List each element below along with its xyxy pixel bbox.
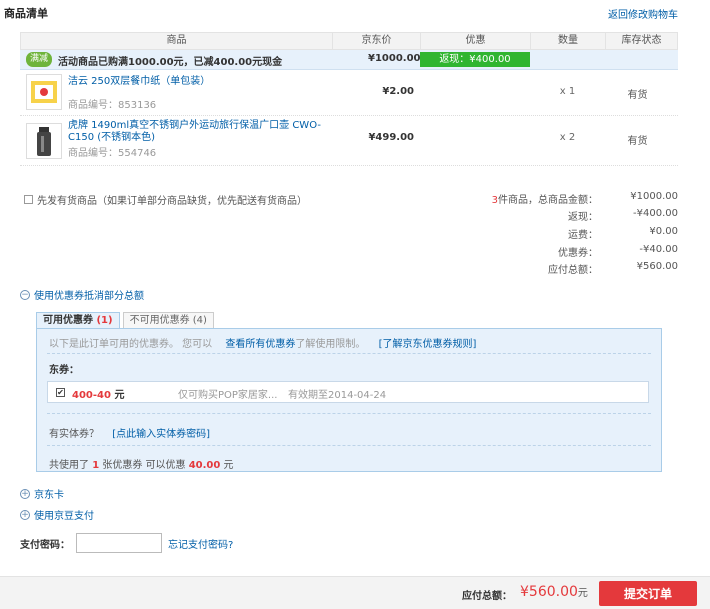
divider <box>47 445 651 446</box>
used-count: 1 <box>92 460 100 471</box>
payment-password-label: 支付密码： <box>20 539 70 551</box>
used-amount: 40.00 <box>188 460 221 471</box>
coupon-expiry: 有效期至2014-04-24 <box>288 390 387 401</box>
footer-pay-unit: 元 <box>577 588 588 599</box>
coupon-panel: 以下是此订单可用的优惠券。 您可以 查看所有优惠券了解使用限制。 [了解京东优惠… <box>36 328 662 472</box>
product-thumbnail-tissue[interactable] <box>26 74 62 110</box>
coupon-note: 以下是此订单可用的优惠券。 您可以 查看所有优惠券了解使用限制。 [了解京东优惠… <box>49 335 476 350</box>
footer-pay-amount: ¥560.00 <box>520 584 578 600</box>
coupon-group-title: 东券： <box>49 365 79 376</box>
section-title: 商品清单 <box>4 7 48 20</box>
used-mid: 张优惠券 可以优惠 <box>102 460 186 471</box>
coupon-tabs: 可用优惠券 (1) 不可用优惠券 (4) <box>36 312 217 329</box>
promo-cashback: 返现：¥400.00 <box>420 52 530 67</box>
summary-coupon-row: 优惠券： -¥40.00 <box>438 244 678 259</box>
table-header: 商品 京东价 优惠 数量 库存状态 <box>20 32 678 50</box>
summary-payable-row: 应付总额： ¥560.00 <box>438 261 678 276</box>
promo-text: 活动商品已购满1000.00元，已减400.00元现金 <box>58 57 283 68</box>
footer-pay-label: 应付总额： <box>462 591 512 602</box>
order-footer: 应付总额： ¥560.00元 提交订单 <box>0 576 710 609</box>
coupon-checkbox[interactable]: ✔ <box>56 388 65 397</box>
table-row: 洁云 250双层餐巾纸（单包装） 商品编号：853136 ¥2.00 x 1 有… <box>20 70 678 116</box>
divider <box>47 413 651 414</box>
coupon-unit: 元 <box>114 390 125 401</box>
coupon-used-summary: 共使用了 1 张优惠券 可以优惠 40.00 元 <box>49 456 234 471</box>
header-price: 京东价 <box>333 33 421 49</box>
product-thumbnail-flask[interactable] <box>26 123 62 159</box>
collapse-icon: − <box>20 289 30 300</box>
product-code: 商品编号：554746 <box>68 148 157 159</box>
coupon-note-text: 以下是此订单可用的优惠券。 您可以 <box>49 339 213 350</box>
summary-total-row: 3件商品，总商品金额： ¥1000.00 <box>438 191 678 206</box>
header-discount: 优惠 <box>421 33 531 49</box>
jd-card-toggle[interactable]: + 京东卡 <box>20 486 64 501</box>
coupon-scope: 仅可购买POP家居家... <box>178 390 278 401</box>
cashback-label: 返现： <box>568 212 598 223</box>
product-quantity: x 1 <box>559 86 576 97</box>
physical-coupon-row: 有实体券？ [点此输入实体券密码] <box>49 425 210 440</box>
expand-icon: + <box>20 509 30 520</box>
physical-coupon-label: 有实体券？ <box>49 429 99 440</box>
product-code: 商品编号：853136 <box>68 100 157 111</box>
summary-shipping-row: 运费： ¥0.00 <box>438 226 678 241</box>
prefer-in-stock-checkbox[interactable] <box>24 195 33 204</box>
tab-available-coupons[interactable]: 可用优惠券 (1) <box>36 312 120 329</box>
cashback-value: -¥400.00 <box>633 208 678 219</box>
divider <box>47 353 651 354</box>
tab-available-label: 可用优惠券 <box>43 315 93 326</box>
back-to-cart-link[interactable]: 返回修改购物车 <box>608 6 678 21</box>
product-price: ¥499.00 <box>368 132 414 143</box>
tab-available-count: (1) <box>96 315 113 326</box>
product-price: ¥2.00 <box>382 86 414 97</box>
payment-password-row: 支付密码： 忘记支付密码? <box>20 533 233 553</box>
total-value: ¥1000.00 <box>630 191 678 202</box>
product-quantity: x 2 <box>559 132 576 143</box>
table-row: 虎牌 1490ml真空不锈钢户外运动旅行保温广口壶 CWO-C150 (不锈钢本… <box>20 116 678 166</box>
view-all-coupons-link[interactable]: 查看所有优惠券 <box>225 339 295 350</box>
coupon-toggle-label: 使用优惠券抵消部分总额 <box>34 291 144 302</box>
used-unit: 元 <box>223 460 234 471</box>
summary-cashback-row: 返现： -¥400.00 <box>438 208 678 223</box>
expand-icon: + <box>20 488 30 499</box>
total-label: 件商品，总商品金额： <box>498 195 598 206</box>
shipping-value: ¥0.00 <box>649 226 678 237</box>
tab-unavailable-count: (4) <box>192 315 207 326</box>
product-name-link[interactable]: 洁云 250双层餐巾纸（单包装） <box>68 76 323 88</box>
coupon-amount: 400-40 <box>72 390 111 401</box>
payable-value: ¥560.00 <box>636 261 678 272</box>
prefer-in-stock-option[interactable]: 先发有货商品（如果订单部分商品缺货，优先配送有货商品） <box>24 192 307 207</box>
coupon-section-toggle[interactable]: − 使用优惠券抵消部分总额 <box>20 287 144 302</box>
product-stock: 有货 <box>627 90 648 101</box>
coupon-value: -¥40.00 <box>639 244 678 255</box>
header-quantity: 数量 <box>531 33 606 49</box>
shipping-label: 运费： <box>568 230 598 241</box>
coupon-rules-link[interactable]: [了解京东优惠券规则] <box>379 339 477 350</box>
header-product: 商品 <box>21 33 333 49</box>
jd-card-label: 京东卡 <box>34 490 64 501</box>
promo-total: ¥1000.00 <box>368 53 421 64</box>
prefer-in-stock-label: 先发有货商品（如果订单部分商品缺货，优先配送有货商品） <box>37 196 307 207</box>
tab-unavailable-coupons[interactable]: 不可用优惠券 (4) <box>122 312 214 329</box>
payment-password-input[interactable] <box>76 533 162 553</box>
header-stock: 库存状态 <box>621 35 662 46</box>
enter-physical-coupon-link[interactable]: [点此输入实体券密码] <box>112 429 210 440</box>
payable-label: 应付总额： <box>548 265 598 276</box>
coupon-note-tail: 了解使用限制。 <box>295 339 366 350</box>
coupon-label: 优惠券： <box>558 248 598 259</box>
promo-row: 满减 活动商品已购满1000.00元，已减400.00元现金 ¥1000.00 … <box>20 50 678 70</box>
coupon-item[interactable]: ✔ 400-40 元 仅可购买POP家居家... 有效期至2014-04-24 <box>47 381 649 403</box>
jd-bean-label: 使用京豆支付 <box>34 511 94 522</box>
used-prefix: 共使用了 <box>49 460 89 471</box>
tab-unavailable-label: 不可用优惠券 <box>129 315 190 326</box>
promo-badge: 满减 <box>26 52 52 67</box>
product-table: 商品 京东价 优惠 数量 库存状态 满减 活动商品已购满1000.00元，已减4… <box>20 32 678 166</box>
product-stock: 有货 <box>627 136 648 147</box>
jd-bean-toggle[interactable]: + 使用京豆支付 <box>20 507 94 522</box>
submit-order-button[interactable]: 提交订单 <box>599 581 697 606</box>
forgot-password-link[interactable]: 忘记支付密码? <box>168 536 233 551</box>
product-name-link[interactable]: 虎牌 1490ml真空不锈钢户外运动旅行保温广口壶 CWO-C150 (不锈钢本… <box>68 120 323 144</box>
